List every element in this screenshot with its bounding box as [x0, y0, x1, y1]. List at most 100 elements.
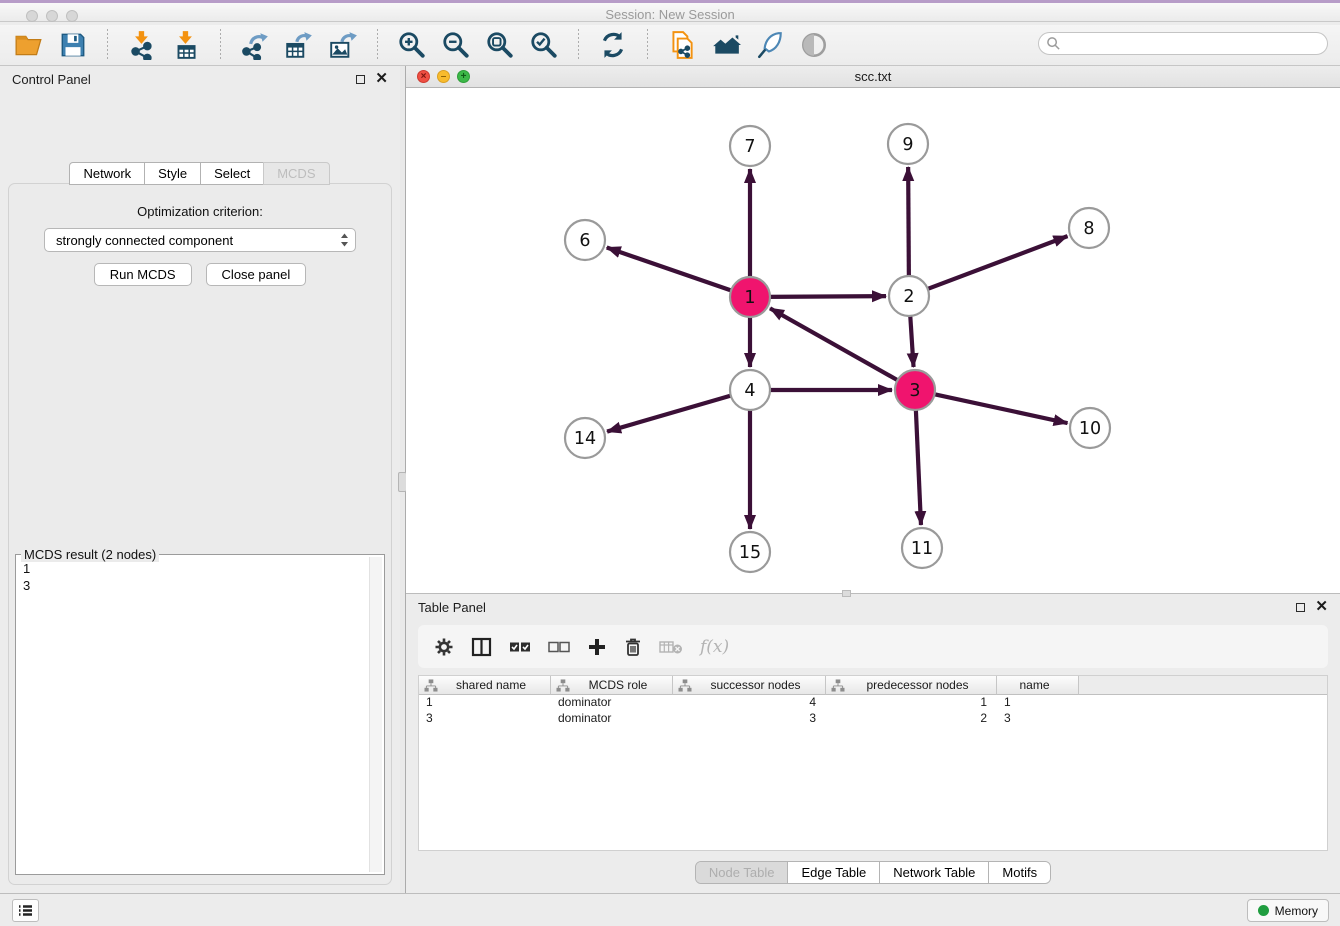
table-panel: Table Panel ✕ [406, 593, 1340, 893]
run-mcds-button[interactable]: Run MCDS [94, 263, 192, 286]
tab-network[interactable]: Network [69, 162, 145, 185]
column-header-successor-nodes[interactable]: successor nodes [673, 676, 826, 695]
export-table-button[interactable] [283, 29, 315, 61]
task-menu-button[interactable] [12, 899, 39, 922]
copy-network-button[interactable] [666, 29, 698, 61]
table-row[interactable]: 1dominator411 [419, 695, 1327, 711]
tree-icon [678, 679, 692, 692]
graph-edge-3-1[interactable] [770, 308, 901, 382]
tab-mcds[interactable]: MCDS [263, 162, 329, 185]
control-panel-title: Control Panel [12, 72, 91, 87]
graph-edge-1-2[interactable] [766, 296, 886, 297]
node-label-4: 4 [744, 381, 755, 401]
graph-edge-3-10[interactable] [931, 393, 1068, 423]
show-hide-button[interactable] [798, 29, 830, 61]
network-title: scc.txt [406, 69, 1340, 84]
graph-edge-4-14[interactable] [607, 394, 735, 431]
column-header-mcds-role[interactable]: MCDS role [551, 676, 673, 695]
close-panel-button[interactable]: Close panel [206, 263, 307, 286]
optimization-criterion-label: Optimization criterion: [9, 204, 391, 219]
home-button[interactable] [710, 29, 742, 61]
zoom-out-icon [441, 30, 471, 60]
toggle-style-button[interactable] [754, 29, 786, 61]
graph-edge-2-3[interactable] [910, 312, 914, 367]
result-line: 3 [23, 577, 359, 594]
criterion-dropdown-value: strongly connected component [56, 233, 233, 248]
graph-edge-2-8[interactable] [924, 236, 1068, 290]
toolbar-separator [107, 29, 108, 61]
refresh-icon [598, 30, 628, 60]
network-canvas[interactable]: 7968124314101511 [406, 88, 1340, 593]
search-box[interactable] [1038, 32, 1328, 55]
tab-select[interactable]: Select [200, 162, 264, 185]
mcds-result-box: MCDS result (2 nodes) 13 [15, 554, 385, 875]
trash-icon [624, 637, 642, 657]
zoom-in-icon [397, 30, 427, 60]
table-row[interactable]: 3dominator323 [419, 711, 1327, 727]
cell-name: 3 [997, 711, 1079, 727]
zoom-selected-button[interactable] [528, 29, 560, 61]
style-brush-icon [755, 30, 785, 60]
criterion-dropdown[interactable]: strongly connected component [44, 228, 356, 252]
deselect-all-button[interactable] [548, 640, 570, 654]
select-all-button[interactable] [509, 640, 531, 654]
toolbar-separator [377, 29, 378, 61]
node-label-10: 10 [1079, 419, 1101, 439]
horizontal-splitter-grip[interactable] [842, 590, 851, 597]
result-line: 1 [23, 560, 359, 577]
show-columns-button[interactable] [471, 637, 492, 657]
plus-icon [587, 637, 607, 657]
tab-style[interactable]: Style [144, 162, 201, 185]
table-settings-button[interactable] [434, 637, 454, 657]
column-header-predecessor-nodes[interactable]: predecessor nodes [826, 676, 997, 695]
node-label-3: 3 [909, 381, 920, 401]
memory-button[interactable]: Memory [1247, 899, 1329, 922]
tab-node-table[interactable]: Node Table [696, 862, 788, 883]
column-header-label: MCDS role [570, 678, 672, 692]
table-header: shared name MCDS rolesuccessor nodesprede… [419, 676, 1327, 695]
mcds-result-list: 13 [16, 558, 366, 872]
open-session-button[interactable] [13, 29, 45, 61]
delete-table-icon [659, 639, 683, 655]
graph-edge-3-11[interactable] [916, 406, 921, 525]
zoom-in-button[interactable] [396, 29, 428, 61]
memory-status-icon [1258, 905, 1269, 916]
result-scrollbar[interactable] [369, 557, 382, 872]
refresh-button[interactable] [597, 29, 629, 61]
delete-column-button[interactable] [624, 637, 642, 657]
close-table-panel-icon[interactable]: ✕ [1315, 602, 1328, 612]
graph-edge-2-9[interactable] [908, 167, 909, 280]
import-table-button[interactable] [170, 29, 202, 61]
node-label-14: 14 [574, 429, 596, 449]
control-panel-header: Control Panel ✕ [0, 66, 400, 92]
export-image-icon [328, 30, 358, 60]
delete-table-button [659, 639, 683, 655]
zoom-fit-button[interactable] [484, 29, 516, 61]
unchecked-boxes-icon [548, 640, 570, 654]
memory-label: Memory [1275, 904, 1318, 918]
toolbar-separator [220, 29, 221, 61]
export-network-icon [240, 30, 270, 60]
float-table-panel-icon[interactable] [1296, 603, 1305, 612]
column-header-shared-name[interactable]: shared name [419, 676, 551, 695]
tab-edge-table[interactable]: Edge Table [787, 862, 879, 883]
tab-motifs[interactable]: Motifs [988, 862, 1050, 883]
cell-successor-nodes: 4 [673, 695, 826, 711]
tab-network-table[interactable]: Network Table [879, 862, 988, 883]
graph-edge-1-6[interactable] [607, 248, 735, 292]
search-icon [1046, 36, 1061, 51]
zoom-out-button[interactable] [440, 29, 472, 61]
add-column-button[interactable] [587, 637, 607, 657]
import-network-button[interactable] [126, 29, 158, 61]
cell-mcds-role: dominator [551, 711, 673, 727]
export-network-button[interactable] [239, 29, 271, 61]
column-header-name[interactable]: name [997, 676, 1079, 695]
network-graph[interactable]: 7968124314101511 [406, 88, 1340, 593]
checked-boxes-icon [509, 640, 531, 654]
search-input[interactable] [1061, 34, 1327, 53]
float-panel-icon[interactable] [356, 75, 365, 84]
fx-icon: f(x) [700, 637, 729, 657]
export-image-button[interactable] [327, 29, 359, 61]
save-session-button[interactable] [57, 29, 89, 61]
close-panel-icon[interactable]: ✕ [375, 74, 388, 84]
